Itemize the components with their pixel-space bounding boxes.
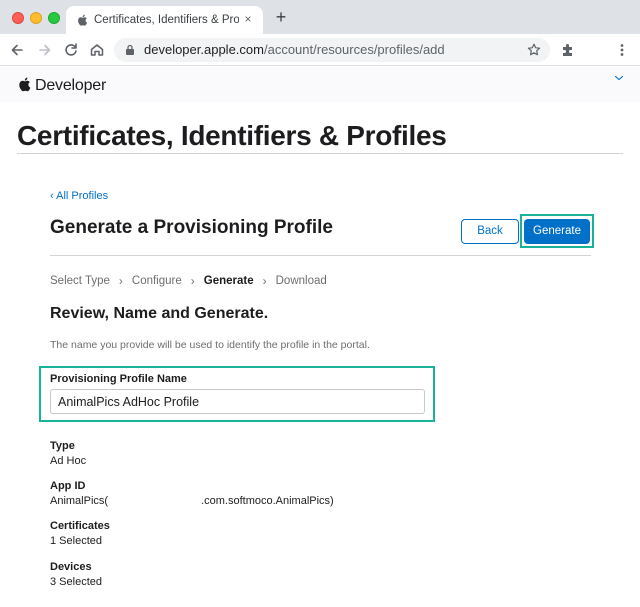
type-label: Type xyxy=(50,440,75,452)
all-profiles-link[interactable]: ‹ All Profiles xyxy=(50,190,108,202)
apple-favicon-icon xyxy=(78,14,88,26)
type-value: Ad Hoc xyxy=(50,455,87,467)
step-generate: Generate xyxy=(203,275,254,287)
bookmark-star-icon[interactable] xyxy=(526,42,542,58)
step-breadcrumb: Select Type › Configure › Generate › Dow… xyxy=(50,274,327,288)
app-id-value: AnimalPics(.com.softmoco.AnimalPics) xyxy=(50,495,334,507)
devices-label: Devices xyxy=(50,561,92,573)
app-id-label: App ID xyxy=(50,480,86,492)
close-tab-icon[interactable]: × xyxy=(241,12,255,26)
profile-name-input[interactable] xyxy=(50,389,425,414)
lock-icon xyxy=(126,44,134,55)
forward-arrow-icon[interactable] xyxy=(34,39,56,61)
minimize-window-button[interactable] xyxy=(30,12,42,24)
browser-tab-bar: Certificates, Identifiers & Profiles × + xyxy=(0,0,640,34)
title-divider xyxy=(17,153,623,154)
profile-name-label: Provisioning Profile Name xyxy=(50,373,187,385)
developer-brand[interactable]: Developer xyxy=(35,77,106,95)
extensions-puzzle-icon[interactable] xyxy=(560,42,576,58)
certificates-label: Certificates xyxy=(50,520,110,532)
step-select-type: Select Type xyxy=(50,275,110,287)
more-menu-icon[interactable] xyxy=(614,42,630,58)
page-title: Certificates, Identifiers & Profiles xyxy=(17,120,447,151)
step-configure: Configure xyxy=(131,275,182,287)
back-arrow-icon[interactable] xyxy=(6,39,28,61)
generate-button[interactable]: Generate xyxy=(524,219,590,244)
chevron-right-icon: › xyxy=(190,274,195,288)
address-bar[interactable]: developer.apple.com/account/resources/pr… xyxy=(114,38,550,62)
home-icon[interactable] xyxy=(86,39,108,61)
reload-icon[interactable] xyxy=(60,39,82,61)
new-tab-button[interactable]: + xyxy=(272,7,290,27)
chevron-right-icon: › xyxy=(262,274,267,288)
tab-title: Certificates, Identifiers & Profiles xyxy=(94,14,239,26)
review-title: Review, Name and Generate. xyxy=(50,305,269,322)
browser-toolbar: developer.apple.com/account/resources/pr… xyxy=(0,34,640,66)
chevron-down-icon[interactable] xyxy=(614,74,624,82)
url-text: developer.apple.com/account/resources/pr… xyxy=(144,42,445,57)
review-description: The name you provide will be used to ide… xyxy=(50,339,370,351)
chevron-right-icon: › xyxy=(118,274,123,288)
browser-tab[interactable]: Certificates, Identifiers & Profiles × xyxy=(66,6,263,34)
zoom-window-button[interactable] xyxy=(48,12,60,24)
devices-value: 3 Selected xyxy=(50,576,102,588)
apple-logo-icon[interactable] xyxy=(17,76,31,92)
back-button[interactable]: Back xyxy=(461,219,519,244)
section-divider xyxy=(50,255,591,256)
site-header: Developer xyxy=(0,67,640,102)
certificates-value: 1 Selected xyxy=(50,535,102,547)
step-download: Download xyxy=(275,275,327,287)
section-title: Generate a Provisioning Profile xyxy=(50,217,333,238)
close-window-button[interactable] xyxy=(12,12,24,24)
